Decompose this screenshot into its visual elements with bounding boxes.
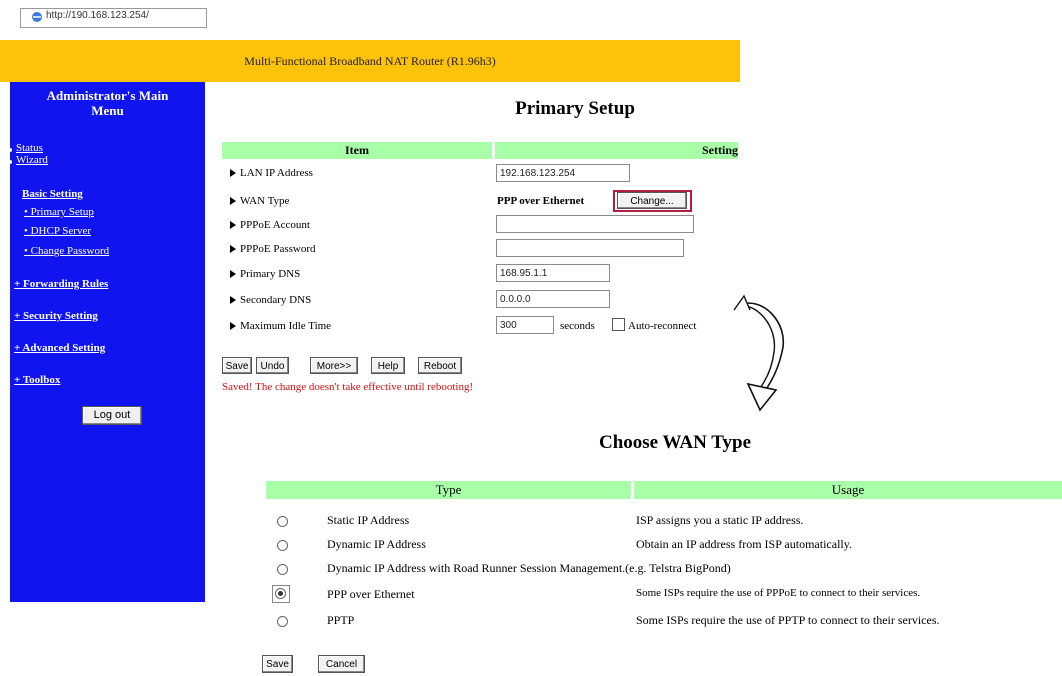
row-label-lan-ip: LAN IP Address (230, 167, 313, 179)
menu-item-basic-setting[interactable]: Basic Setting (22, 188, 83, 200)
usage-dynamic-ip: Obtain an IP address from ISP automatica… (636, 537, 852, 551)
address-url[interactable]: http://190.168.123.254/ (46, 10, 149, 21)
browser-address-area: http://190.168.123.254/ (0, 0, 1062, 42)
secondary-dns-input[interactable]: 0.0.0.0 (496, 290, 610, 308)
lan-ip-input[interactable]: 192.168.123.254 (496, 164, 630, 182)
row-label-wan-type: WAN Type (230, 195, 289, 207)
menu-item-primary-setup[interactable]: • Primary Setup (24, 206, 94, 218)
change-wan-type-button[interactable]: Change... (617, 192, 687, 209)
menu-bullet-icon (8, 148, 12, 152)
primary-dns-input[interactable]: 168.95.1.1 (496, 264, 610, 282)
menu-item-security-setting[interactable]: + Security Setting (14, 310, 98, 322)
type-static-ip: Static IP Address (327, 513, 410, 527)
save-button[interactable]: Save (222, 357, 252, 374)
menu-item-advanced-setting[interactable]: + Advanced Setting (14, 342, 105, 354)
row-label-primary-dns: Primary DNS (230, 268, 300, 280)
undo-button[interactable]: Undo (256, 357, 289, 374)
row-label-pppoe-account: PPPoE Account (230, 219, 310, 231)
radio-pptp[interactable] (277, 616, 288, 627)
menu-item-toolbox[interactable]: + Toolbox (14, 374, 60, 386)
radio-road-runner[interactable] (277, 564, 288, 575)
wan-save-button[interactable]: Save (262, 655, 293, 673)
wan-type-value: PPP over Ethernet (497, 195, 585, 207)
banner-title: Multi-Functional Broadband NAT Router (R… (244, 54, 496, 68)
menu-bullet-icon (8, 160, 12, 164)
pppoe-password-input[interactable] (496, 239, 684, 257)
type-pptp: PPTP (327, 613, 355, 627)
menu-item-forwarding-rules[interactable]: + Forwarding Rules (14, 278, 108, 290)
menu-item-wizard[interactable]: Wizard (16, 154, 48, 166)
router-banner: Multi-Functional Broadband NAT Router (R… (0, 40, 740, 82)
column-header-setting: Setting (495, 142, 738, 159)
logout-button[interactable]: Log out (82, 406, 142, 425)
usage-static-ip: ISP assigns you a static IP address. (636, 513, 804, 527)
wan-cancel-button[interactable]: Cancel (318, 655, 365, 673)
type-pppoe: PPP over Ethernet (327, 587, 415, 601)
row-label-secondary-dns: Secondary DNS (230, 294, 311, 306)
radio-static-ip[interactable] (277, 516, 288, 527)
column-header-type: Type (266, 481, 631, 499)
max-idle-time-input[interactable]: 300 (496, 316, 554, 334)
admin-main-menu: Administrator's Main Menu Status Wizard … (8, 82, 205, 602)
auto-reconnect-label: Auto-reconnect (628, 320, 697, 332)
primary-setup-title: Primary Setup (515, 98, 635, 119)
help-button[interactable]: Help (371, 357, 405, 374)
radio-dynamic-ip[interactable] (277, 540, 288, 551)
type-dynamic-ip: Dynamic IP Address (327, 537, 426, 551)
radio-pppoe[interactable] (275, 588, 286, 599)
menu-title-line1: Administrator's Main (46, 88, 169, 103)
row-label-pppoe-password: PPPoE Password (230, 243, 316, 255)
menu-item-dhcp-server[interactable]: • DHCP Server (24, 225, 91, 237)
column-header-item: Item (222, 142, 492, 159)
saved-message: Saved! The change doesn't take effective… (222, 381, 474, 393)
column-header-usage: Usage (634, 481, 1062, 499)
browser-page-icon (32, 12, 42, 22)
reboot-button[interactable]: Reboot (418, 357, 462, 374)
usage-pppoe: Some ISPs require the use of PPPoE to co… (636, 587, 921, 599)
type-road-runner: Dynamic IP Address with Road Runner Sess… (327, 561, 731, 575)
seconds-label: seconds (560, 320, 595, 332)
choose-wan-title: Choose WAN Type (598, 432, 752, 453)
menu-title-line2: Menu (91, 103, 124, 118)
menu-title: Administrator's Main Menu (10, 88, 205, 118)
auto-reconnect-checkbox[interactable] (612, 318, 625, 331)
pppoe-account-input[interactable] (496, 215, 694, 233)
menu-item-status[interactable]: Status (16, 142, 43, 154)
curved-arrow-icon (733, 294, 785, 412)
usage-pptp: Some ISPs require the use of PPTP to con… (636, 613, 940, 627)
menu-item-change-password[interactable]: • Change Password (24, 245, 109, 257)
more-button[interactable]: More>> (310, 357, 358, 374)
row-label-max-idle-time: Maximum Idle Time (230, 320, 331, 332)
